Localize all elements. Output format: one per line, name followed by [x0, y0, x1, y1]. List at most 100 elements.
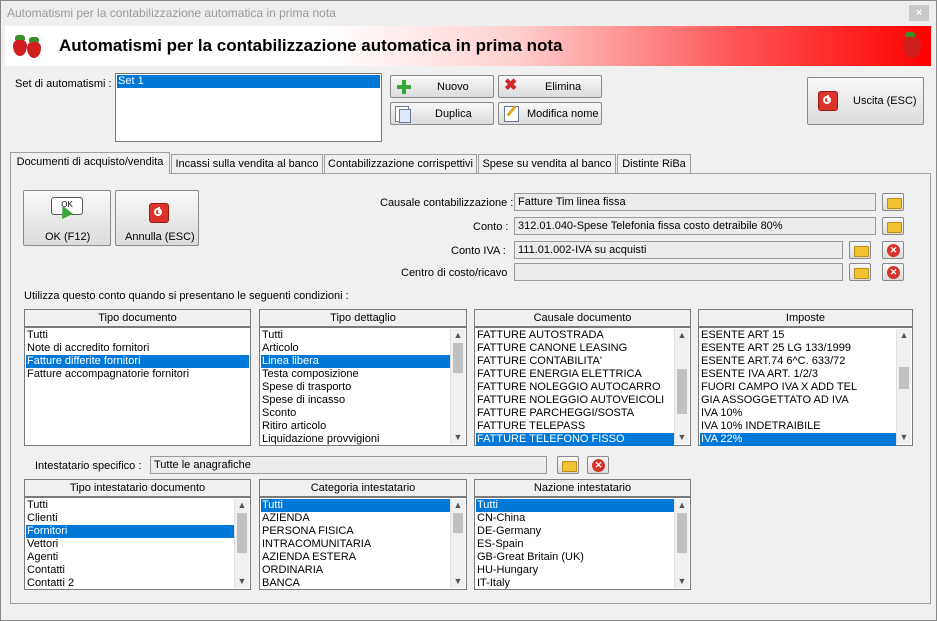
edit-icon [504, 106, 519, 122]
conto-iva-browse-folder-icon[interactable] [849, 241, 871, 259]
list-item[interactable]: Sconto [261, 407, 450, 420]
centro-field[interactable] [514, 263, 843, 281]
list-item[interactable]: PERSONA FISICA [261, 525, 450, 538]
ok-button[interactable]: OK OK (F12) [23, 190, 111, 246]
delete-icon: ✖ [504, 77, 518, 94]
annulla-button[interactable]: Annulla (ESC) [115, 190, 199, 246]
modifica-nome-button[interactable]: Modifica nome [498, 102, 602, 125]
list-item[interactable]: FATTURE CANONE LEASING [476, 342, 674, 355]
intestatario-label: Intestatario specifico : [35, 460, 142, 472]
list-item[interactable]: Contatti [26, 564, 234, 577]
scrollbar[interactable]: ▲ ▼ [450, 499, 465, 588]
list-item[interactable]: ESENTE ART 25 LG 133/1999 [700, 342, 896, 355]
list-item[interactable]: FATTURE PARCHEGGI/SOSTA [476, 407, 674, 420]
causale-field[interactable]: Fatture Tim linea fissa [514, 193, 876, 211]
tipo-intestatario-list[interactable]: Tutti Clienti Fornitori Vettori Agenti Contat… [24, 497, 251, 590]
list-item[interactable]: Tutti [26, 329, 249, 342]
set-item[interactable]: Set 1 [117, 75, 380, 88]
imposte-list[interactable]: ESENTE ART 15 ESENTE ART 25 LG 133/1999 ES… [698, 327, 913, 446]
conto-label: Conto : [473, 221, 509, 233]
list-item[interactable]: FATTURE ENERGIA ELETTRICA [476, 368, 674, 381]
list-item[interactable]: IVA 10% INDETRAIBILE [700, 420, 896, 433]
list-item[interactable]: Tutti [476, 499, 674, 512]
list-item[interactable]: IVA 10% [700, 407, 896, 420]
list-item[interactable]: DE-Germany [476, 525, 674, 538]
scrollbar[interactable]: ▲ ▼ [450, 329, 465, 444]
scrollbar[interactable]: ▲ ▼ [674, 329, 689, 444]
list-item[interactable]: IVA 22% [700, 433, 896, 446]
list-item[interactable]: Spese di trasporto [261, 381, 450, 394]
list-item[interactable]: ESENTE IVA ART. 1/2/3 [700, 368, 896, 381]
exit-icon [818, 91, 838, 111]
tab-documenti[interactable]: Documenti di acquisto/vendita [10, 152, 170, 174]
list-item[interactable]: FATTURE AUTOSTRADA [476, 329, 674, 342]
intestatario-clear-icon[interactable] [587, 456, 609, 474]
list-item[interactable]: FATTURE CONTABILITA' [476, 355, 674, 368]
list-item[interactable]: Spese di incasso [261, 394, 450, 407]
tab-incassi[interactable]: Incassi sulla vendita al banco [171, 154, 323, 174]
list-item[interactable]: HU-Hungary [476, 564, 674, 577]
list-item[interactable]: ESENTE ART.74 6^C. 633/72 [700, 355, 896, 368]
list-item[interactable]: FATTURE NOLEGGIO AUTOCARRO [476, 381, 674, 394]
list-item[interactable]: Agenti [26, 551, 234, 564]
nazione-intestatario-list[interactable]: Tutti CN-China DE-Germany ES-Spain GB-Great … [474, 497, 691, 590]
list-item[interactable]: ESENTE ART 15 [700, 329, 896, 342]
list-item[interactable]: ORDINARIA [261, 564, 450, 577]
list-item[interactable]: GB-Great Britain (UK) [476, 551, 674, 564]
list-item[interactable]: Vettori [26, 538, 234, 551]
list-item[interactable]: FATTURE TELEFONO FISSO [476, 433, 674, 446]
title-bar: Automatismi per la contabilizzazione aut… [1, 1, 936, 25]
conto-iva-field[interactable]: 111.01.002-IVA su acquisti [514, 241, 843, 259]
centro-browse-folder-icon[interactable] [849, 263, 871, 281]
intestatario-field[interactable]: Tutte le anagrafiche [150, 456, 547, 474]
close-button[interactable]: × [909, 5, 929, 21]
tab-spese[interactable]: Spese su vendita al banco [478, 154, 616, 174]
list-item[interactable]: BANCA [261, 577, 450, 590]
list-item[interactable]: Note di accredito fornitori [26, 342, 249, 355]
list-item[interactable]: Contatti 2 [26, 577, 234, 590]
conto-iva-clear-icon[interactable] [882, 241, 904, 259]
list-item[interactable]: Tutti [26, 499, 234, 512]
tipo-dettaglio-list[interactable]: Tutti Articolo Linea libera Testa composizi… [259, 327, 467, 446]
conto-browse-folder-icon[interactable] [882, 217, 904, 235]
list-item[interactable]: Fatture accompagnatorie fornitori [26, 368, 249, 381]
list-item[interactable]: AZIENDA [261, 512, 450, 525]
list-item[interactable]: INTRACOMUNITARIA [261, 538, 450, 551]
list-item[interactable]: FATTURE TELEPASS [476, 420, 674, 433]
list-item[interactable]: GIA ASSOGGETTATO AD IVA [700, 394, 896, 407]
tipo-documento-list[interactable]: Tutti Note di accredito fornitori Fatture … [24, 327, 251, 446]
causale-documento-list[interactable]: FATTURE AUTOSTRADA FATTURE CANONE LEASING… [474, 327, 691, 446]
elimina-button[interactable]: ✖ Elimina [498, 75, 602, 98]
tab-distinte-riba[interactable]: Distinte RiBa [617, 154, 691, 174]
list-item[interactable]: Fornitori [26, 525, 234, 538]
nuovo-button[interactable]: Nuovo [390, 75, 494, 98]
list-item[interactable]: Ritiro articolo [261, 420, 450, 433]
list-item[interactable]: IT-Italy [476, 577, 674, 590]
set-list[interactable]: Set 1 [115, 73, 382, 142]
scrollbar[interactable]: ▲ ▼ [234, 499, 249, 588]
uscita-button[interactable]: Uscita (ESC) [807, 77, 924, 125]
list-item[interactable]: Linea libera [261, 355, 450, 368]
list-item[interactable]: Liquidazione provvigioni [261, 433, 450, 446]
list-item[interactable]: Clienti [26, 512, 234, 525]
centro-clear-icon[interactable] [882, 263, 904, 281]
causale-browse-folder-icon[interactable] [882, 193, 904, 211]
conto-field[interactable]: 312.01.040-Spese Telefonia fissa costo d… [514, 217, 876, 235]
scrollbar[interactable]: ▲ ▼ [896, 329, 911, 444]
list-item[interactable]: Testa composizione [261, 368, 450, 381]
list-item[interactable]: AZIENDA ESTERA [261, 551, 450, 564]
duplica-button[interactable]: Duplica [390, 102, 494, 125]
categoria-intestatario-list[interactable]: Tutti AZIENDA PERSONA FISICA INTRACOMUNITAR… [259, 497, 467, 590]
list-item[interactable]: FUORI CAMPO IVA X ADD TEL [700, 381, 896, 394]
list-item[interactable]: FATTURE NOLEGGIO AUTOVEICOLI [476, 394, 674, 407]
tab-corrispettivi[interactable]: Contabilizzazione corrispettivi [324, 154, 477, 174]
uscita-label: Uscita (ESC) [853, 95, 917, 107]
list-item[interactable]: ES-Spain [476, 538, 674, 551]
list-item[interactable]: Articolo [261, 342, 450, 355]
list-item[interactable]: CN-China [476, 512, 674, 525]
list-item[interactable]: Fatture differite fornitori [26, 355, 249, 368]
intestatario-browse-folder-icon[interactable] [557, 456, 579, 474]
scrollbar[interactable]: ▲ ▼ [674, 499, 689, 588]
list-item[interactable]: Tutti [261, 329, 450, 342]
list-item[interactable]: Tutti [261, 499, 450, 512]
